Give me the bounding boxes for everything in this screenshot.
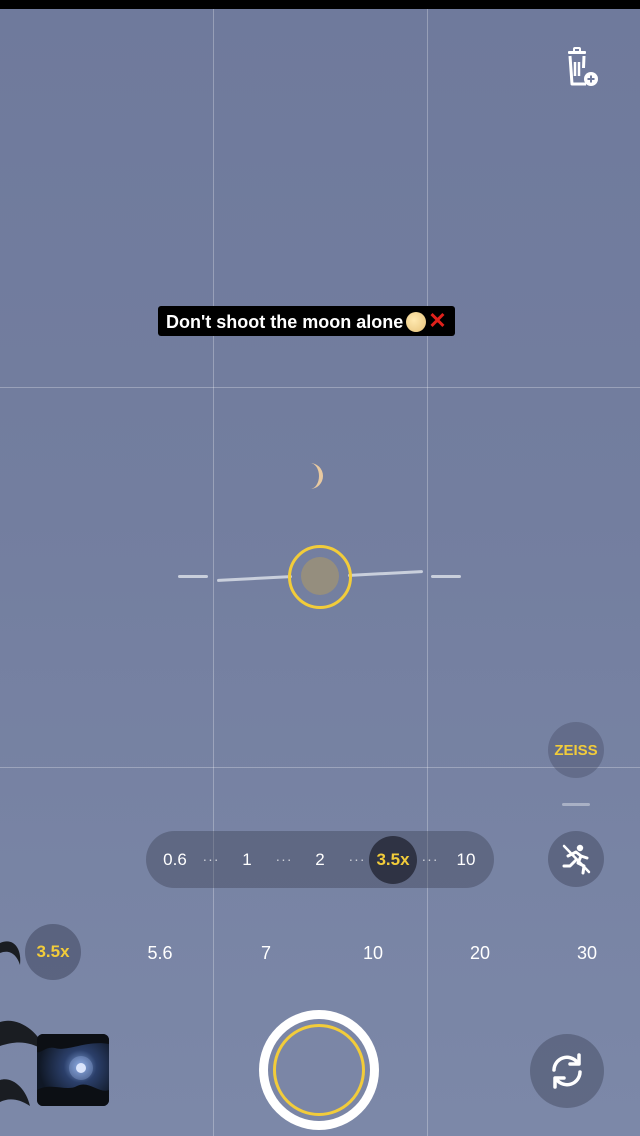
focal-option-30[interactable]: 30 [577,940,597,966]
grid-line-horizontal-1 [0,387,640,388]
full-moon-emoji-icon [406,312,427,332]
zoom-bar[interactable]: 0.6 ··· 1 ··· 2 ··· ··· 10 [146,831,494,888]
status-bar [0,0,640,9]
focal-option-5-6[interactable]: 5.6 [147,940,172,966]
motion-off-icon [562,844,591,875]
divider [562,803,590,806]
zoom-option-2[interactable]: 2 [315,831,324,888]
level-marker-right [431,575,461,578]
foliage-silhouette-top [0,941,21,965]
zoom-option-0-6[interactable]: 0.6 [163,831,187,888]
grid-line-vertical-1 [213,9,214,1136]
focal-option-10[interactable]: 10 [363,940,383,966]
zeiss-mode-button[interactable]: ZEISS [548,722,604,778]
thumbnail-image [37,1034,109,1106]
zoom-option-active[interactable]: 3.5x [369,836,417,884]
zoom-option-10[interactable]: 10 [457,831,476,888]
switch-camera-icon [552,1053,582,1089]
motion-mode-button[interactable] [548,831,604,887]
level-line-right [347,570,424,577]
crescent-moon [310,463,323,489]
level-line-left [216,575,293,582]
zoom-separator: ··· [348,851,366,867]
level-marker-left [178,575,208,578]
video-caption: Don't shoot the moon alone ✕ [158,306,455,336]
zoom-separator: ··· [421,851,439,867]
switch-camera-button[interactable] [530,1034,604,1108]
grid-line-horizontal-2 [0,767,640,768]
grid-line-vertical-2 [427,9,428,1136]
trash-plus-icon [568,47,598,86]
zoom-option-1[interactable]: 1 [242,831,251,888]
caption-text: Don't shoot the moon alone [166,312,404,332]
focus-ring[interactable] [288,545,352,609]
gallery-thumbnail[interactable] [37,1034,109,1106]
shutter-button-ring[interactable] [273,1024,365,1116]
zoom-separator: ··· [275,851,293,867]
zoom-separator: ··· [202,851,220,867]
cross-mark-emoji-icon: ✕ [428,308,447,333]
focal-option-7[interactable]: 7 [261,940,271,966]
focal-option-20[interactable]: 20 [470,940,490,966]
delete-add-button[interactable] [562,46,604,92]
